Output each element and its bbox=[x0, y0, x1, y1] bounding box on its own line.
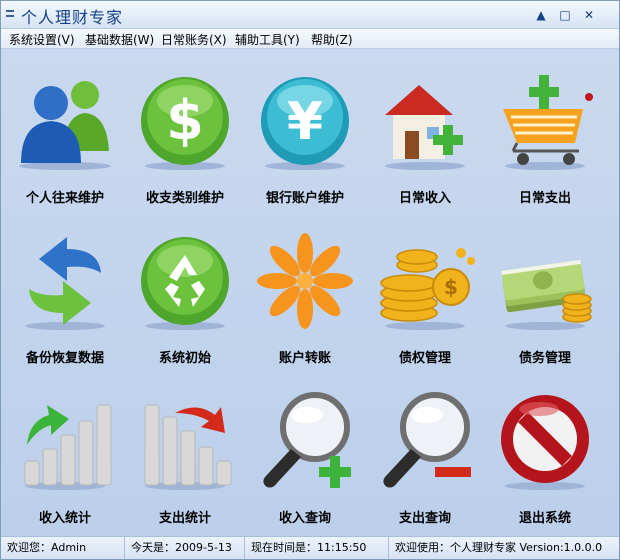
search-plus-icon bbox=[263, 392, 351, 488]
tile-label: 收支类别维护 bbox=[145, 191, 224, 206]
tile-expense-statistics[interactable]: 支出统计 bbox=[125, 381, 245, 539]
tile-label: 日常支出 bbox=[518, 191, 571, 206]
menu-help[interactable]: 帮助(Z) bbox=[311, 31, 353, 48]
tile-label: 债权管理 bbox=[398, 351, 451, 366]
cash-stack-icon bbox=[501, 259, 592, 330]
menu-daily-accounts[interactable]: 日常账务(X) bbox=[161, 31, 227, 48]
tile-label: 账户转账 bbox=[278, 351, 331, 366]
tile-label: 系统初始 bbox=[158, 351, 211, 366]
window-title: 个人理财专家 bbox=[21, 8, 124, 27]
recycle-icon bbox=[141, 237, 229, 330]
status-date: 今天是：2009-5-13 bbox=[125, 537, 245, 559]
menu-system-settings[interactable]: 系统设置(V) bbox=[9, 31, 75, 48]
search-minus-icon bbox=[383, 392, 471, 488]
tile-system-init[interactable]: 系统初始 bbox=[125, 221, 245, 379]
tile-backup-restore[interactable]: 备份恢复数据 bbox=[5, 221, 125, 379]
minimize-button[interactable]: ▲ bbox=[531, 6, 551, 24]
tile-label: 支出统计 bbox=[158, 511, 211, 526]
app-window: 个人理财专家 ▲ □ ✕ 系统设置(V) 基础数据(W) 日常账务(X) 辅助工… bbox=[0, 0, 620, 560]
tile-label: 退出系统 bbox=[518, 511, 571, 526]
contacts-icon bbox=[19, 81, 111, 170]
coins-icon: $ bbox=[380, 248, 475, 330]
tile-income-query[interactable]: 收入查询 bbox=[245, 381, 365, 539]
menu-bar: 系统设置(V) 基础数据(W) 日常账务(X) 辅助工具(Y) 帮助(Z) bbox=[1, 29, 619, 49]
svg-text:$: $ bbox=[444, 275, 458, 299]
tile-label: 银行账户维护 bbox=[265, 191, 344, 206]
yen-icon: ¥ bbox=[261, 77, 349, 170]
tile-label: 收入查询 bbox=[278, 511, 331, 526]
house-add-icon bbox=[385, 85, 465, 170]
tile-account-transfer[interactable]: 账户转账 bbox=[245, 221, 365, 379]
svg-text:$: $ bbox=[166, 89, 204, 152]
tile-label: 个人往来维护 bbox=[25, 191, 104, 206]
tile-income-expense-categories[interactable]: $ 收支类别维护 bbox=[125, 61, 245, 219]
transfer-flower-icon bbox=[257, 233, 353, 329]
tile-income-statistics[interactable]: 收入统计 bbox=[5, 381, 125, 539]
tile-credit-management[interactable]: $ 债权管理 bbox=[365, 221, 485, 379]
tile-label: 债务管理 bbox=[518, 351, 571, 366]
menu-base-data[interactable]: 基础数据(W) bbox=[85, 31, 154, 48]
menu-tools[interactable]: 辅助工具(Y) bbox=[235, 31, 300, 48]
status-version: 欢迎使用：个人理财专家 Version:1.0.0.0 bbox=[395, 541, 603, 554]
tile-exit-system[interactable]: 退出系统 bbox=[485, 381, 605, 539]
tile-label: 日常收入 bbox=[398, 191, 451, 206]
tile-daily-expense[interactable]: 日常支出 bbox=[485, 61, 605, 219]
maximize-button[interactable]: □ bbox=[555, 6, 575, 24]
bar-down-icon bbox=[144, 404, 232, 490]
status-user: 欢迎您：Admin bbox=[1, 537, 125, 559]
tile-expense-query[interactable]: 支出查询 bbox=[365, 381, 485, 539]
no-entry-icon bbox=[501, 395, 589, 490]
close-button[interactable]: ✕ bbox=[579, 6, 599, 24]
svg-text:¥: ¥ bbox=[287, 92, 323, 152]
dollar-icon: $ bbox=[141, 77, 229, 170]
bar-up-icon bbox=[24, 404, 112, 490]
status-time: 现在时间是：11:15:50 bbox=[245, 537, 389, 559]
tile-label: 备份恢复数据 bbox=[25, 351, 104, 366]
cart-add-icon bbox=[503, 75, 593, 170]
tile-contacts[interactable]: 个人往来维护 bbox=[5, 61, 125, 219]
title-bar[interactable]: 个人理财专家 ▲ □ ✕ bbox=[1, 1, 619, 29]
status-bar: 欢迎您：Admin 今天是：2009-5-13 现在时间是：11:15:50 欢… bbox=[1, 536, 619, 559]
app-menu-icon[interactable] bbox=[5, 7, 15, 21]
tile-debt-management[interactable]: 债务管理 bbox=[485, 221, 605, 379]
tile-label: 收入统计 bbox=[38, 511, 91, 526]
tile-bank-accounts[interactable]: ¥ 银行账户维护 bbox=[245, 61, 365, 219]
tile-label: 支出查询 bbox=[398, 511, 451, 526]
tile-daily-income[interactable]: 日常收入 bbox=[365, 61, 485, 219]
backup-arrows-icon bbox=[25, 237, 105, 330]
main-panel: 个人往来维护 $ 收支类别维护 ¥ 银行账户维护 日常收入 日常支出 备份恢复数… bbox=[1, 49, 619, 536]
